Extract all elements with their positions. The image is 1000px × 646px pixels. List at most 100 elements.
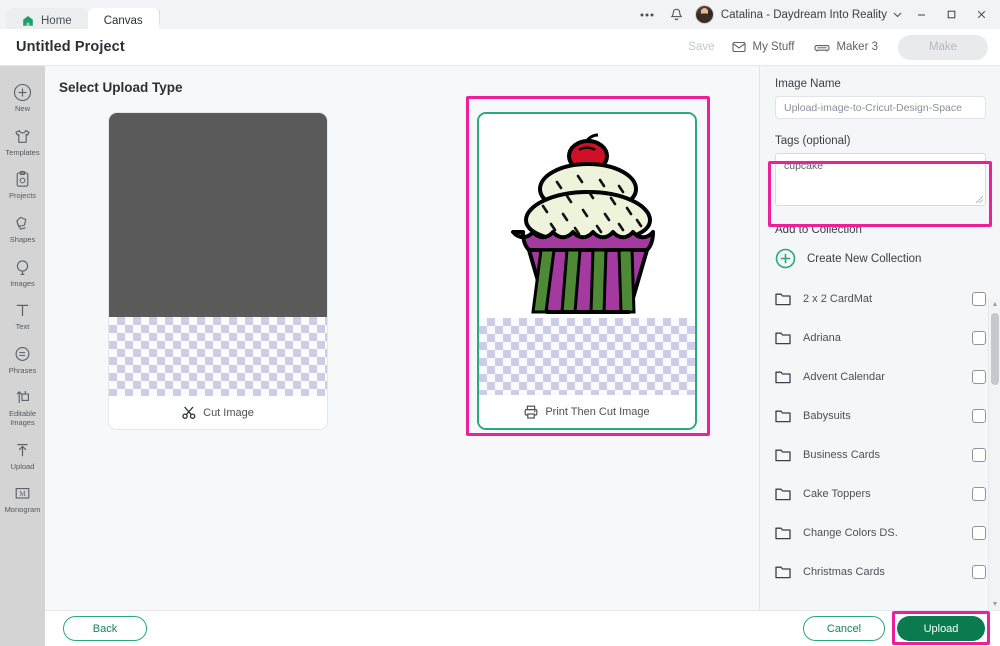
collection-checkbox[interactable]: [972, 330, 986, 345]
collection-checkbox[interactable]: [972, 447, 986, 462]
rail-item-projects[interactable]: Projects: [0, 163, 45, 207]
collection-name: Change Colors DS.: [803, 526, 898, 539]
minimize-button[interactable]: [906, 0, 936, 29]
folder-icon: [775, 409, 791, 423]
collection-checkbox[interactable]: [972, 486, 986, 501]
collection-name: Babysuits: [803, 409, 851, 422]
rail-item-templates[interactable]: Templates: [0, 120, 45, 164]
tags-highlight: [768, 161, 992, 227]
cut-image-label: Cut Image: [203, 406, 254, 419]
list-item[interactable]: Adriana: [775, 318, 1000, 357]
titlebar: Home Canvas Catalina - Daydream Into Rea…: [0, 0, 1000, 33]
my-stuff-button[interactable]: My Stuff: [732, 41, 794, 53]
collection-checkbox[interactable]: [972, 369, 986, 384]
machine-label: Maker 3: [836, 41, 878, 53]
collection-checkbox[interactable]: [972, 408, 986, 423]
list-item[interactable]: Change Colors DS.: [775, 513, 1000, 552]
rail-item-upload[interactable]: Upload: [0, 434, 45, 478]
rail-bottom-filler: [0, 610, 45, 646]
collection-list-scrollbar[interactable]: ▲ ▼: [988, 299, 1000, 610]
rail-item-new[interactable]: New: [0, 76, 45, 120]
rail-item-shapes[interactable]: Shapes: [0, 207, 45, 251]
scrollbar-thumb[interactable]: [991, 313, 999, 385]
editable-images-icon: [13, 388, 32, 407]
list-item[interactable]: Christmas Cards: [775, 552, 1000, 591]
shapes-icon: [13, 214, 32, 233]
rail-label-upload: Upload: [10, 461, 35, 471]
rail-item-text[interactable]: Text: [0, 294, 45, 338]
rail-item-images[interactable]: Images: [0, 251, 45, 295]
maximize-button[interactable]: [936, 0, 966, 29]
image-name-input[interactable]: Upload-image-to-Cricut-Design-Space: [775, 96, 986, 119]
rail-item-monogram[interactable]: M Monogram: [0, 477, 45, 521]
account-name: Catalina - Daydream Into Reality: [720, 8, 887, 21]
folder-icon: [775, 331, 791, 345]
project-header-actions: Save My Stuff Maker 3 Make: [688, 34, 1000, 60]
tab-divider: [158, 9, 160, 24]
rail-label-new: New: [14, 104, 30, 113]
bell-icon[interactable]: [662, 2, 692, 28]
project-header: Untitled Project Save My Stuff Maker 3 M…: [0, 29, 1000, 66]
collection-name: Advent Calendar: [803, 370, 885, 383]
collection-name: 2 x 2 CardMat: [803, 292, 873, 305]
plus-circle-icon: [775, 248, 796, 269]
list-item[interactable]: Cake Toppers: [775, 474, 1000, 513]
print-then-cut-highlight: [466, 96, 710, 436]
scroll-down-arrow-icon[interactable]: ▼: [989, 599, 1000, 610]
text-icon: [13, 301, 32, 320]
scroll-up-arrow-icon[interactable]: ▲: [989, 299, 1000, 310]
image-details-panel: Image Name Upload-image-to-Cricut-Design…: [761, 66, 1000, 610]
list-item[interactable]: Business Cards: [775, 435, 1000, 474]
more-horizontal-icon[interactable]: [632, 2, 662, 28]
machine-selector[interactable]: Maker 3: [814, 41, 878, 53]
tab-canvas-label: Canvas: [103, 14, 143, 27]
home-icon: [22, 15, 34, 27]
cancel-button[interactable]: Cancel: [803, 616, 885, 641]
collection-name: Christmas Cards: [803, 565, 885, 578]
cricut-design-space-window: Home Canvas Catalina - Daydream Into Rea…: [0, 0, 1000, 646]
folder-icon: [775, 292, 791, 306]
plus-circle-icon: [13, 83, 32, 102]
rail-item-editable-images[interactable]: Editable Images: [0, 381, 45, 433]
monogram-icon: M: [13, 484, 32, 503]
titlebar-right: Catalina - Daydream Into Reality: [632, 0, 1000, 29]
list-item[interactable]: 2 x 2 CardMat: [775, 279, 1000, 318]
cutting-machine-icon: [814, 42, 831, 53]
close-button[interactable]: [966, 0, 996, 29]
rail-label-images: Images: [10, 278, 35, 288]
collection-checkbox[interactable]: [972, 525, 986, 540]
upload-highlight: [892, 611, 990, 645]
rail-label-editable-images: Editable Images: [8, 409, 37, 427]
rail-item-phrases[interactable]: Phrases: [0, 338, 45, 382]
cut-image-preview: [109, 113, 327, 429]
rail-label-text: Text: [15, 322, 30, 332]
rail-label-monogram: Monogram: [4, 505, 41, 515]
list-item[interactable]: Babysuits: [775, 396, 1000, 435]
tags-label: Tags (optional): [775, 135, 851, 147]
make-button[interactable]: Make: [898, 34, 988, 60]
footer-actions: Back Cancel Upload: [45, 610, 1000, 646]
collection-list: 2 x 2 CardMat Adriana Advent Calendar Ba…: [775, 279, 1000, 591]
image-name-label: Image Name: [775, 78, 841, 90]
avatar[interactable]: [694, 5, 714, 24]
collection-checkbox[interactable]: [972, 564, 986, 579]
save-button[interactable]: Save: [688, 41, 714, 53]
transparency-checkerboard: [109, 317, 327, 397]
folder-icon: [775, 526, 791, 540]
section-title: Select Upload Type: [59, 80, 183, 95]
cut-image-card[interactable]: Cut Image: [108, 112, 328, 430]
collection-checkbox[interactable]: [972, 291, 986, 306]
tab-home-label: Home: [41, 14, 72, 27]
collection-name: Cake Toppers: [803, 487, 871, 500]
list-item[interactable]: Advent Calendar: [775, 357, 1000, 396]
create-new-collection-button[interactable]: Create New Collection: [775, 242, 986, 279]
left-rail: New Templates Projects Shapes Images Tex…: [0, 66, 45, 646]
upload-arrow-icon: [13, 441, 32, 460]
folder-icon: [775, 370, 791, 384]
folder-icon: [775, 448, 791, 462]
chevron-down-icon[interactable]: [893, 12, 902, 18]
scissors-icon: [182, 406, 196, 419]
collection-name: Adriana: [803, 331, 841, 344]
rail-label-templates: Templates: [5, 147, 40, 157]
back-button[interactable]: Back: [63, 616, 147, 641]
